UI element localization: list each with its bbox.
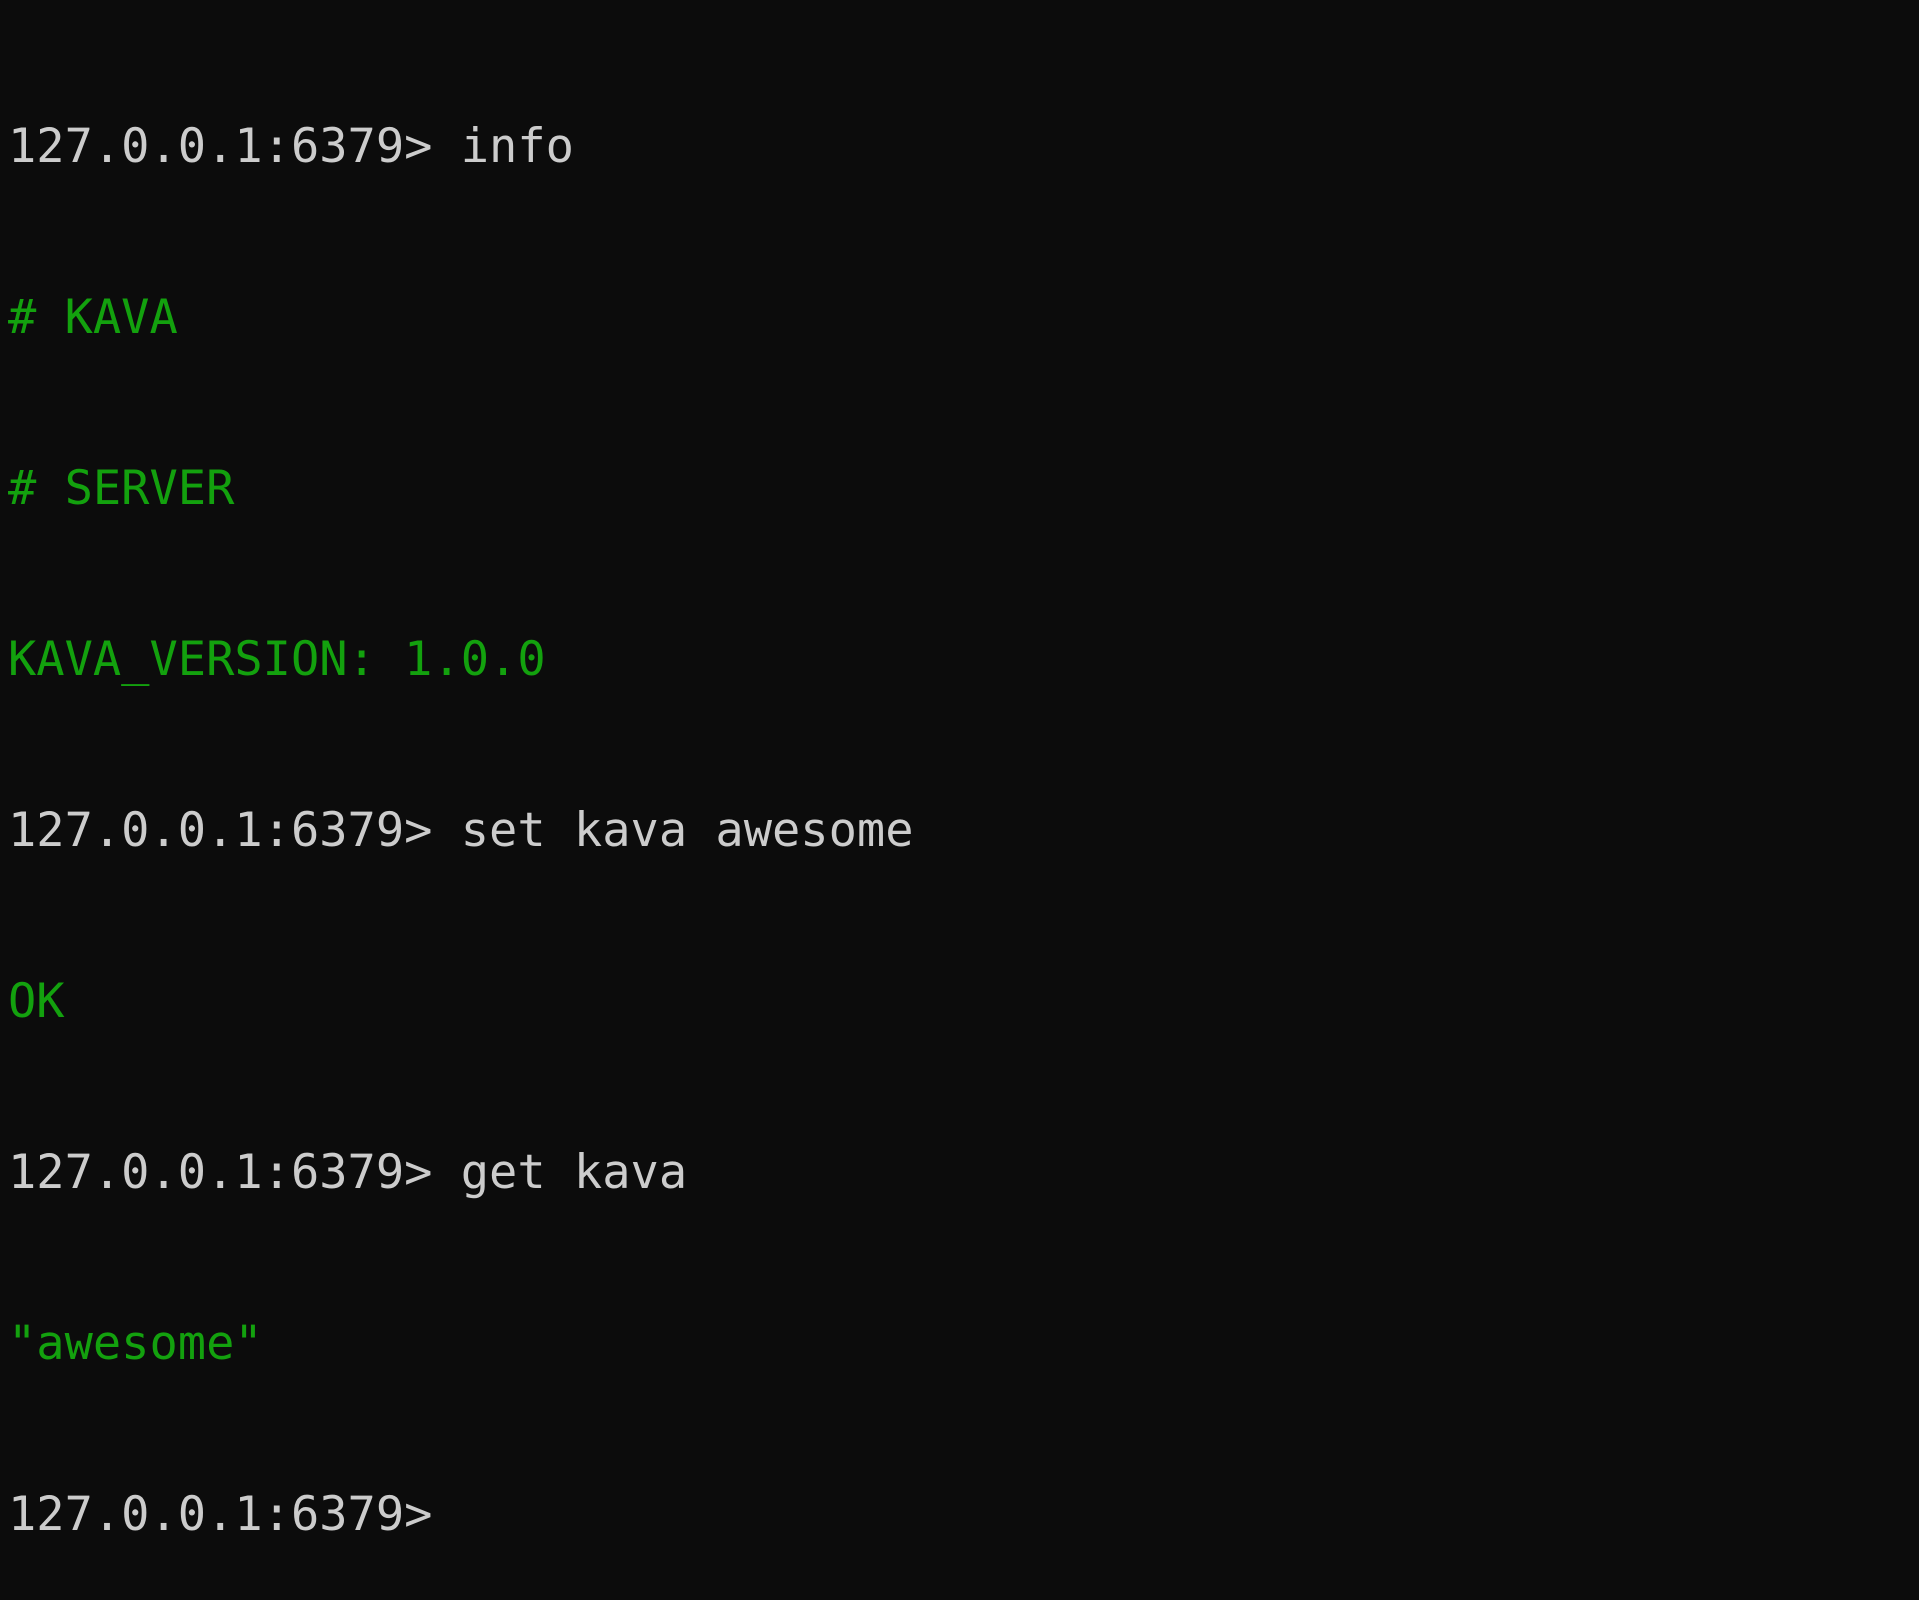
output-line: "awesome"	[8, 1316, 263, 1371]
command-text: get kava	[432, 1145, 688, 1200]
prompt: 127.0.0.1:6379>	[8, 1487, 433, 1542]
prompt: 127.0.0.1:6379>	[8, 119, 433, 174]
command-line: 127.0.0.1:6379> set kava awesome	[8, 802, 1919, 859]
prompt: 127.0.0.1:6379>	[8, 803, 433, 858]
output-line: OK	[8, 974, 65, 1029]
active-prompt-line[interactable]: 127.0.0.1:6379>	[8, 1486, 1919, 1543]
command-line: 127.0.0.1:6379> info	[8, 118, 1919, 175]
command-line: 127.0.0.1:6379> get kava	[8, 1144, 1919, 1201]
output-line: # SERVER	[8, 461, 235, 516]
prompt: 127.0.0.1:6379>	[8, 1145, 433, 1200]
command-text: info	[432, 119, 574, 174]
output-line: # KAVA	[8, 290, 178, 345]
command-text: set kava awesome	[432, 803, 914, 858]
output-line: KAVA_VERSION: 1.0.0	[8, 632, 546, 687]
terminal-window[interactable]: 127.0.0.1:6379> info # KAVA # SERVER KAV…	[0, 0, 1919, 1600]
